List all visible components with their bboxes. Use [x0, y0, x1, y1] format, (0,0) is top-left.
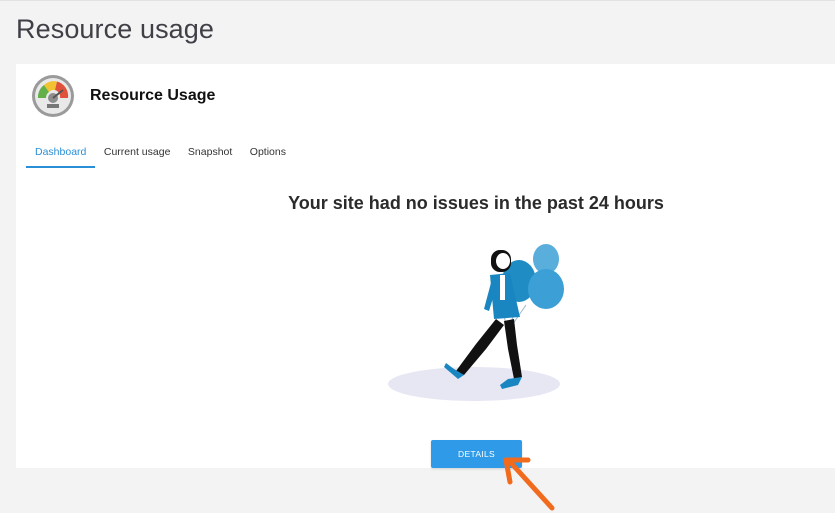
tab-bar: Dashboard Current usage Snapshot Options: [26, 142, 294, 168]
resource-usage-card: Resource Usage Dashboard Current usage S…: [16, 64, 835, 468]
tab-snapshot[interactable]: Snapshot: [179, 142, 241, 168]
woman-with-balloons-illustration: [388, 244, 564, 401]
top-divider: [0, 0, 835, 1]
tab-dashboard[interactable]: Dashboard: [26, 142, 95, 168]
status-headline: Your site had no issues in the past 24 h…: [288, 193, 664, 213]
gauge-icon: [32, 75, 74, 117]
arrow-pointer-icon: [503, 457, 555, 511]
card-title: Resource Usage: [90, 87, 216, 104]
page-title: Resource usage: [16, 14, 215, 44]
tab-options[interactable]: Options: [241, 142, 295, 168]
tab-current-usage[interactable]: Current usage: [95, 142, 179, 168]
